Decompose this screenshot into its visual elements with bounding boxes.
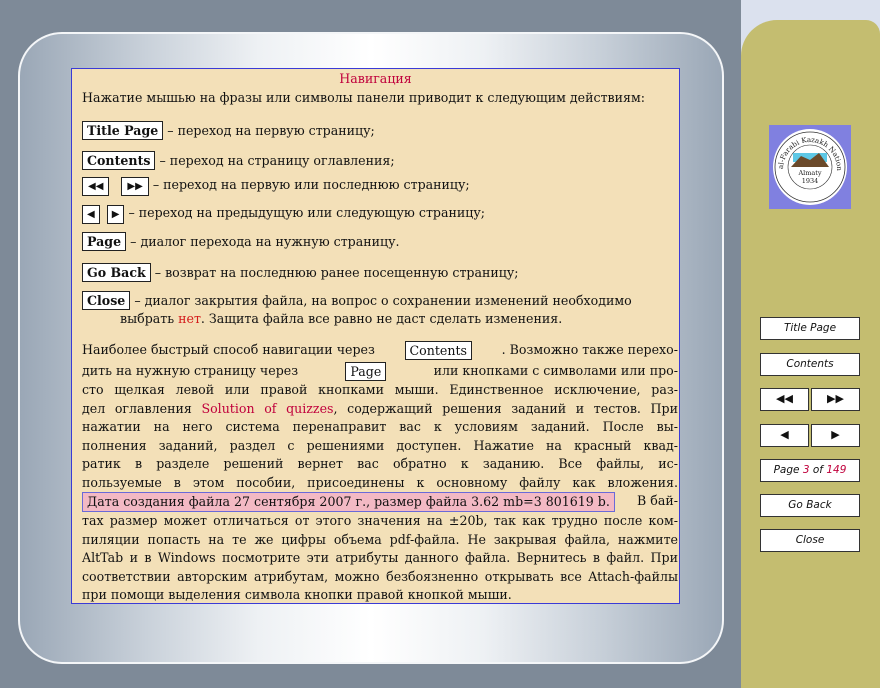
intro-text: Нажатие мышью на фразы или символы панел… (82, 90, 645, 105)
para-text: Наиболее быстрый способ навигации через (82, 342, 375, 357)
para-text: или кнопками с символами или про- (433, 363, 678, 378)
sidebar-close-button[interactable]: Close (760, 529, 860, 552)
para-line: сто щелкая левой или правой кнопками мыш… (82, 382, 678, 397)
navigation-paragraph: Наиболее быстрый способ навигации через … (82, 341, 678, 605)
content-panel: Навигация Нажатие мышью на фразы или сим… (71, 68, 680, 604)
page-of: of (812, 464, 823, 476)
item-prev-next: ◀ ▶ – переход на предыдущую или следующу… (82, 204, 485, 224)
item-desc: – диалог закрытия файла, на вопрос о сох… (134, 293, 632, 308)
para-text: В бай- (637, 493, 678, 508)
sidebar-go-back-button[interactable]: Go Back (760, 494, 860, 517)
page-link[interactable]: Page (82, 232, 127, 251)
para-line: пиляции попасть на те же цифры объема pd… (82, 531, 678, 547)
item-desc: – возврат на последнюю ранее посещенную … (154, 265, 519, 280)
item-desc: – переход на первую или последнюю страни… (152, 177, 470, 192)
next-page-icon[interactable]: ▶ (106, 205, 125, 224)
sidebar-last-page-icon[interactable]: ▶▶ (811, 388, 860, 411)
para-text: . Возможно также перехо- (501, 342, 678, 357)
para-line: при помощи выделения символа кнопки прав… (82, 587, 512, 602)
item-close-cont: выбрать нет. Защита файла все равно не д… (120, 310, 562, 329)
item-desc: – переход на предыдущую или следующую ст… (128, 205, 486, 220)
para-text: , содержащий решения заданий и тестов. П… (333, 400, 679, 416)
para-line: дел оглавления Solution of quizzes, соде… (82, 400, 678, 419)
para-text: дить на нужную страницу через (82, 363, 299, 378)
item-contents: Contents – переход на страницу оглавлени… (82, 151, 395, 171)
para-line: AltTab и в Windows посмотрите эти атрибу… (82, 550, 678, 565)
file-date-attachment[interactable]: Дата создания файла 27 сентября 2007 г.,… (82, 492, 615, 512)
page-current: 3 (802, 464, 810, 476)
item-desc: – диалог перехода на нужную страницу. (130, 234, 400, 249)
title-page-link[interactable]: Title Page (82, 121, 164, 140)
sidebar-prev-page-icon[interactable]: ◀ (760, 424, 809, 447)
item-first-last: ◀◀ ▶▶ – переход на первую или последнюю … (82, 176, 470, 196)
item-desc: – переход на страницу оглавления; (159, 153, 395, 168)
para-line: нажатии на него система перенаправит вас… (82, 419, 678, 434)
contents-link[interactable]: Contents (82, 151, 156, 170)
page-prefix: Page (773, 464, 800, 476)
item-desc: – переход на первую страницу; (167, 123, 375, 138)
para-line: тах размер может отличаться от этого зна… (82, 513, 678, 528)
para-line: соответствии авторским атрибутам, можно … (82, 568, 678, 584)
section-title: Навигация (339, 71, 412, 86)
item-page: Page – диалог перехода на нужную страниц… (82, 232, 400, 252)
sidebar-page-indicator[interactable]: Page 3 of 149 (760, 459, 860, 482)
para-text: дел оглавления (82, 400, 202, 416)
first-page-icon[interactable]: ◀◀ (82, 177, 110, 196)
item-go-back: Go Back – возврат на последнюю ранее пос… (82, 263, 519, 283)
page-inline-link[interactable]: Page (345, 362, 387, 381)
item-title-page: Title Page – переход на первую страницу; (82, 121, 375, 141)
university-seal-logo: al-Farabi Kazakh National University Alm… (769, 125, 851, 209)
seal-graphic: al-Farabi Kazakh National University Alm… (773, 129, 846, 203)
para-line: Наиболее быстрый способ навигации через … (82, 341, 678, 360)
para-line: Дата создания файла 27 сентября 2007 г.,… (82, 492, 678, 512)
seal-emblem: al-Farabi Kazakh National University Alm… (773, 129, 847, 205)
no-word: нет (178, 311, 201, 326)
go-back-link[interactable]: Go Back (82, 263, 151, 282)
para-line: полнения заданий, раздел с решениями дос… (82, 437, 678, 453)
para-line: ратик в разделе решений вернет вас обрат… (82, 456, 678, 471)
last-page-icon[interactable]: ▶▶ (121, 177, 149, 196)
item-close: Close – диалог закрытия файла, на вопрос… (82, 291, 632, 311)
page-total: 149 (826, 464, 847, 476)
sidebar-contents-button[interactable]: Contents (760, 353, 860, 376)
sidebar-first-page-icon[interactable]: ◀◀ (760, 388, 809, 411)
contents-inline-link[interactable]: Contents (404, 341, 472, 360)
close-desc-b: . Защита файла все равно не даст сделать… (200, 311, 563, 326)
para-line: дить на нужную страницу через Page или к… (82, 362, 678, 381)
prev-page-icon[interactable]: ◀ (82, 205, 100, 224)
para-line: пользуемые в этом пособии, присоединены … (82, 474, 678, 490)
seal-year: 1934 (802, 177, 819, 185)
sidebar-next-page-icon[interactable]: ▶ (811, 424, 860, 447)
close-desc-a: выбрать (120, 311, 179, 326)
sidebar-title-page-button[interactable]: Title Page (760, 317, 860, 340)
solution-of-quizzes-link[interactable]: Solution of quizzes (201, 401, 333, 416)
close-link[interactable]: Close (82, 291, 131, 310)
seal-city: Almaty (797, 169, 821, 177)
